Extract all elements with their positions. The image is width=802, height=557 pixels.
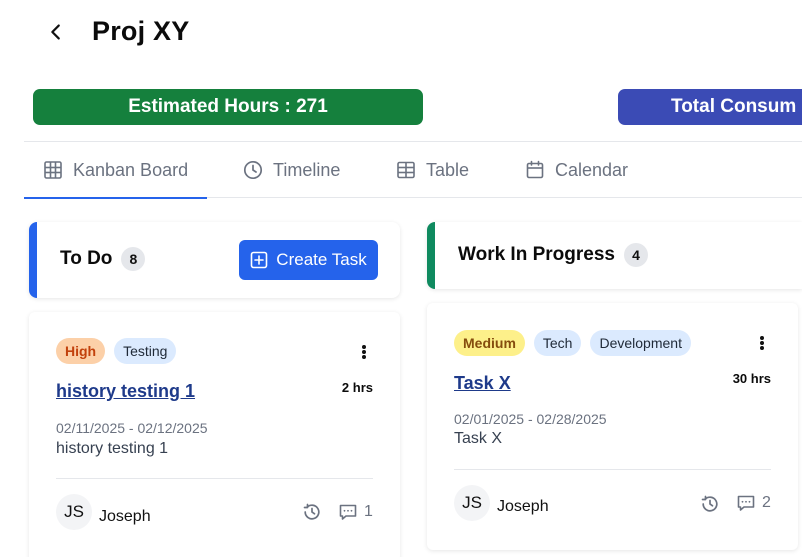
tab-label: Calendar	[555, 159, 629, 180]
task-description: history testing 1	[56, 440, 169, 457]
column-color-bar	[29, 222, 37, 298]
calendar-icon	[526, 160, 544, 179]
priority-tag: Medium	[454, 330, 525, 356]
priority-tag: High	[56, 338, 106, 364]
comments-button[interactable]: 2	[736, 492, 771, 514]
more-options-button[interactable]	[356, 342, 372, 362]
create-task-button[interactable]: Create Task	[239, 240, 378, 280]
comments-button[interactable]: 1	[338, 501, 373, 523]
dot	[362, 350, 366, 354]
task-title-link[interactable]: history testing 1	[56, 381, 195, 402]
assignee-name: Joseph	[99, 508, 151, 525]
task-hours: 2 hrs	[341, 380, 373, 395]
history-icon	[701, 495, 718, 512]
comment-icon	[339, 504, 357, 520]
view-tabs: Kanban Board Timeline Table Calendar	[24, 142, 802, 199]
column-title: To Do 8	[60, 247, 146, 271]
back-button[interactable]	[44, 20, 68, 44]
task-title-link[interactable]: Task X	[454, 373, 511, 394]
history-icon	[303, 503, 320, 520]
tab-kanban-board[interactable]: Kanban Board	[24, 142, 207, 199]
tag-list: High Testing	[56, 338, 177, 364]
card-divider	[56, 478, 373, 479]
dot	[760, 336, 764, 340]
tab-calendar[interactable]: Calendar	[525, 142, 628, 198]
column-title: Work In Progress 4	[458, 243, 648, 267]
category-tag: Tech	[533, 330, 582, 356]
comment-count: 1	[364, 503, 373, 520]
more-options-button[interactable]	[754, 333, 770, 353]
create-task-label: Create Task	[276, 250, 367, 269]
avatar: JS	[454, 485, 490, 521]
task-hours: 30 hrs	[732, 371, 771, 386]
card-divider	[454, 469, 771, 470]
comment-icon	[737, 495, 755, 511]
history-button[interactable]	[301, 501, 323, 523]
task-card[interactable]: High Testing history testing 1 2 hrs 02/…	[29, 312, 400, 557]
column-header-in-progress: Work In Progress 4	[427, 222, 802, 289]
clock-icon	[243, 160, 263, 180]
dot	[362, 355, 366, 359]
column-title-text: To Do	[60, 248, 113, 269]
page-title: Proj XY	[92, 16, 190, 46]
assignee-name: Joseph	[497, 498, 549, 515]
tab-label: Kanban Board	[73, 159, 189, 180]
avatar: JS	[56, 494, 92, 530]
tab-label: Table	[426, 159, 470, 180]
dot	[760, 346, 764, 350]
task-dates: 02/01/2025 - 02/28/2025	[454, 411, 607, 427]
column-count-badge: 4	[623, 243, 648, 267]
tab-timeline[interactable]: Timeline	[243, 142, 340, 198]
chevron-left-icon	[51, 24, 60, 40]
history-button[interactable]	[699, 493, 721, 515]
category-tag: Testing	[114, 338, 177, 364]
grid-icon	[44, 161, 62, 179]
task-description: Task X	[454, 430, 503, 447]
tag-list: Medium Tech Development	[454, 330, 691, 356]
plus-square-icon	[250, 251, 268, 269]
category-tag: Development	[590, 330, 691, 356]
estimated-hours-badge: Estimated Hours : 271	[33, 89, 423, 125]
table-icon	[397, 161, 415, 179]
column-count-badge: 8	[121, 247, 146, 271]
column-header-todo: To Do 8 Create Task	[29, 222, 400, 298]
task-card[interactable]: Medium Tech Development Task X 30 hrs 02…	[427, 303, 798, 550]
tab-table[interactable]: Table	[396, 142, 469, 198]
dot	[362, 345, 366, 349]
column-title-text: Work In Progress	[458, 244, 615, 265]
tab-label: Timeline	[273, 159, 341, 180]
task-dates: 02/11/2025 - 02/12/2025	[56, 420, 208, 436]
dot	[760, 341, 764, 345]
column-color-bar	[427, 222, 435, 289]
comment-count: 2	[762, 494, 771, 511]
total-consumed-badge: Total Consum	[618, 89, 802, 125]
